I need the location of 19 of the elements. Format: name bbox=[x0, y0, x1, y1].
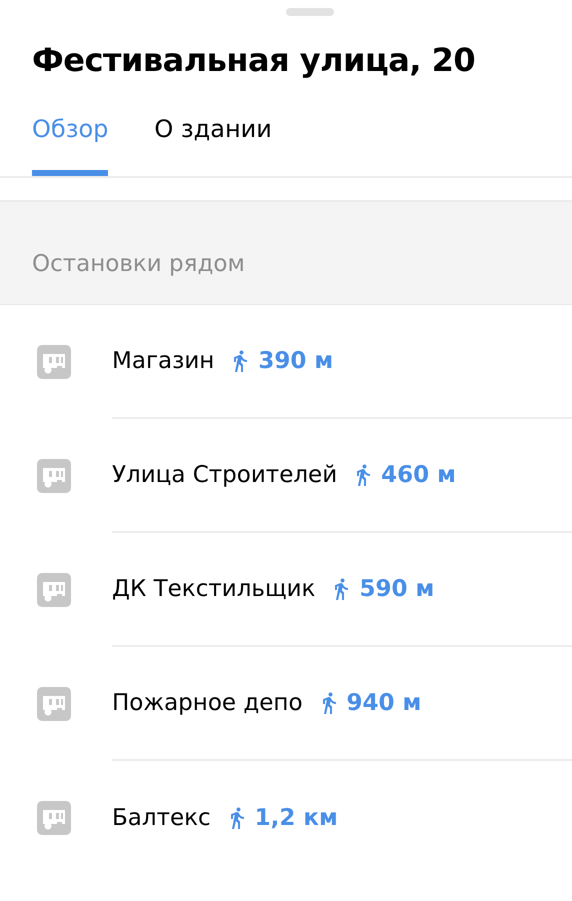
stop-name[interactable]: Улица Строителей bbox=[112, 462, 338, 488]
bus-stop-icon bbox=[37, 687, 71, 721]
bus-stop-icon bbox=[37, 459, 71, 493]
stop-name[interactable]: Пожарное депо bbox=[112, 690, 303, 716]
bus-stop-icon bbox=[37, 345, 71, 379]
walking-distance: 590 м bbox=[359, 576, 434, 602]
walking-distance: 940 м bbox=[346, 690, 422, 716]
bus-stop-icon bbox=[37, 573, 71, 607]
bus-stop-icon bbox=[37, 801, 71, 835]
stop-name[interactable]: Магазин bbox=[112, 348, 214, 374]
walking-distance: 460 м bbox=[381, 462, 456, 488]
walking-distance: 1,2 км bbox=[254, 805, 338, 831]
section-heading: Остановки рядом bbox=[32, 251, 245, 277]
walking-distance: 390 м bbox=[258, 348, 334, 374]
drag-handle[interactable] bbox=[286, 8, 334, 16]
tab[interactable]: О здании bbox=[154, 103, 272, 176]
stop-name[interactable]: Балтекс bbox=[112, 805, 211, 831]
address-title: Фестивальная улица, 20 bbox=[32, 41, 476, 79]
stop-name[interactable]: ДК Текстильщик bbox=[112, 576, 316, 602]
